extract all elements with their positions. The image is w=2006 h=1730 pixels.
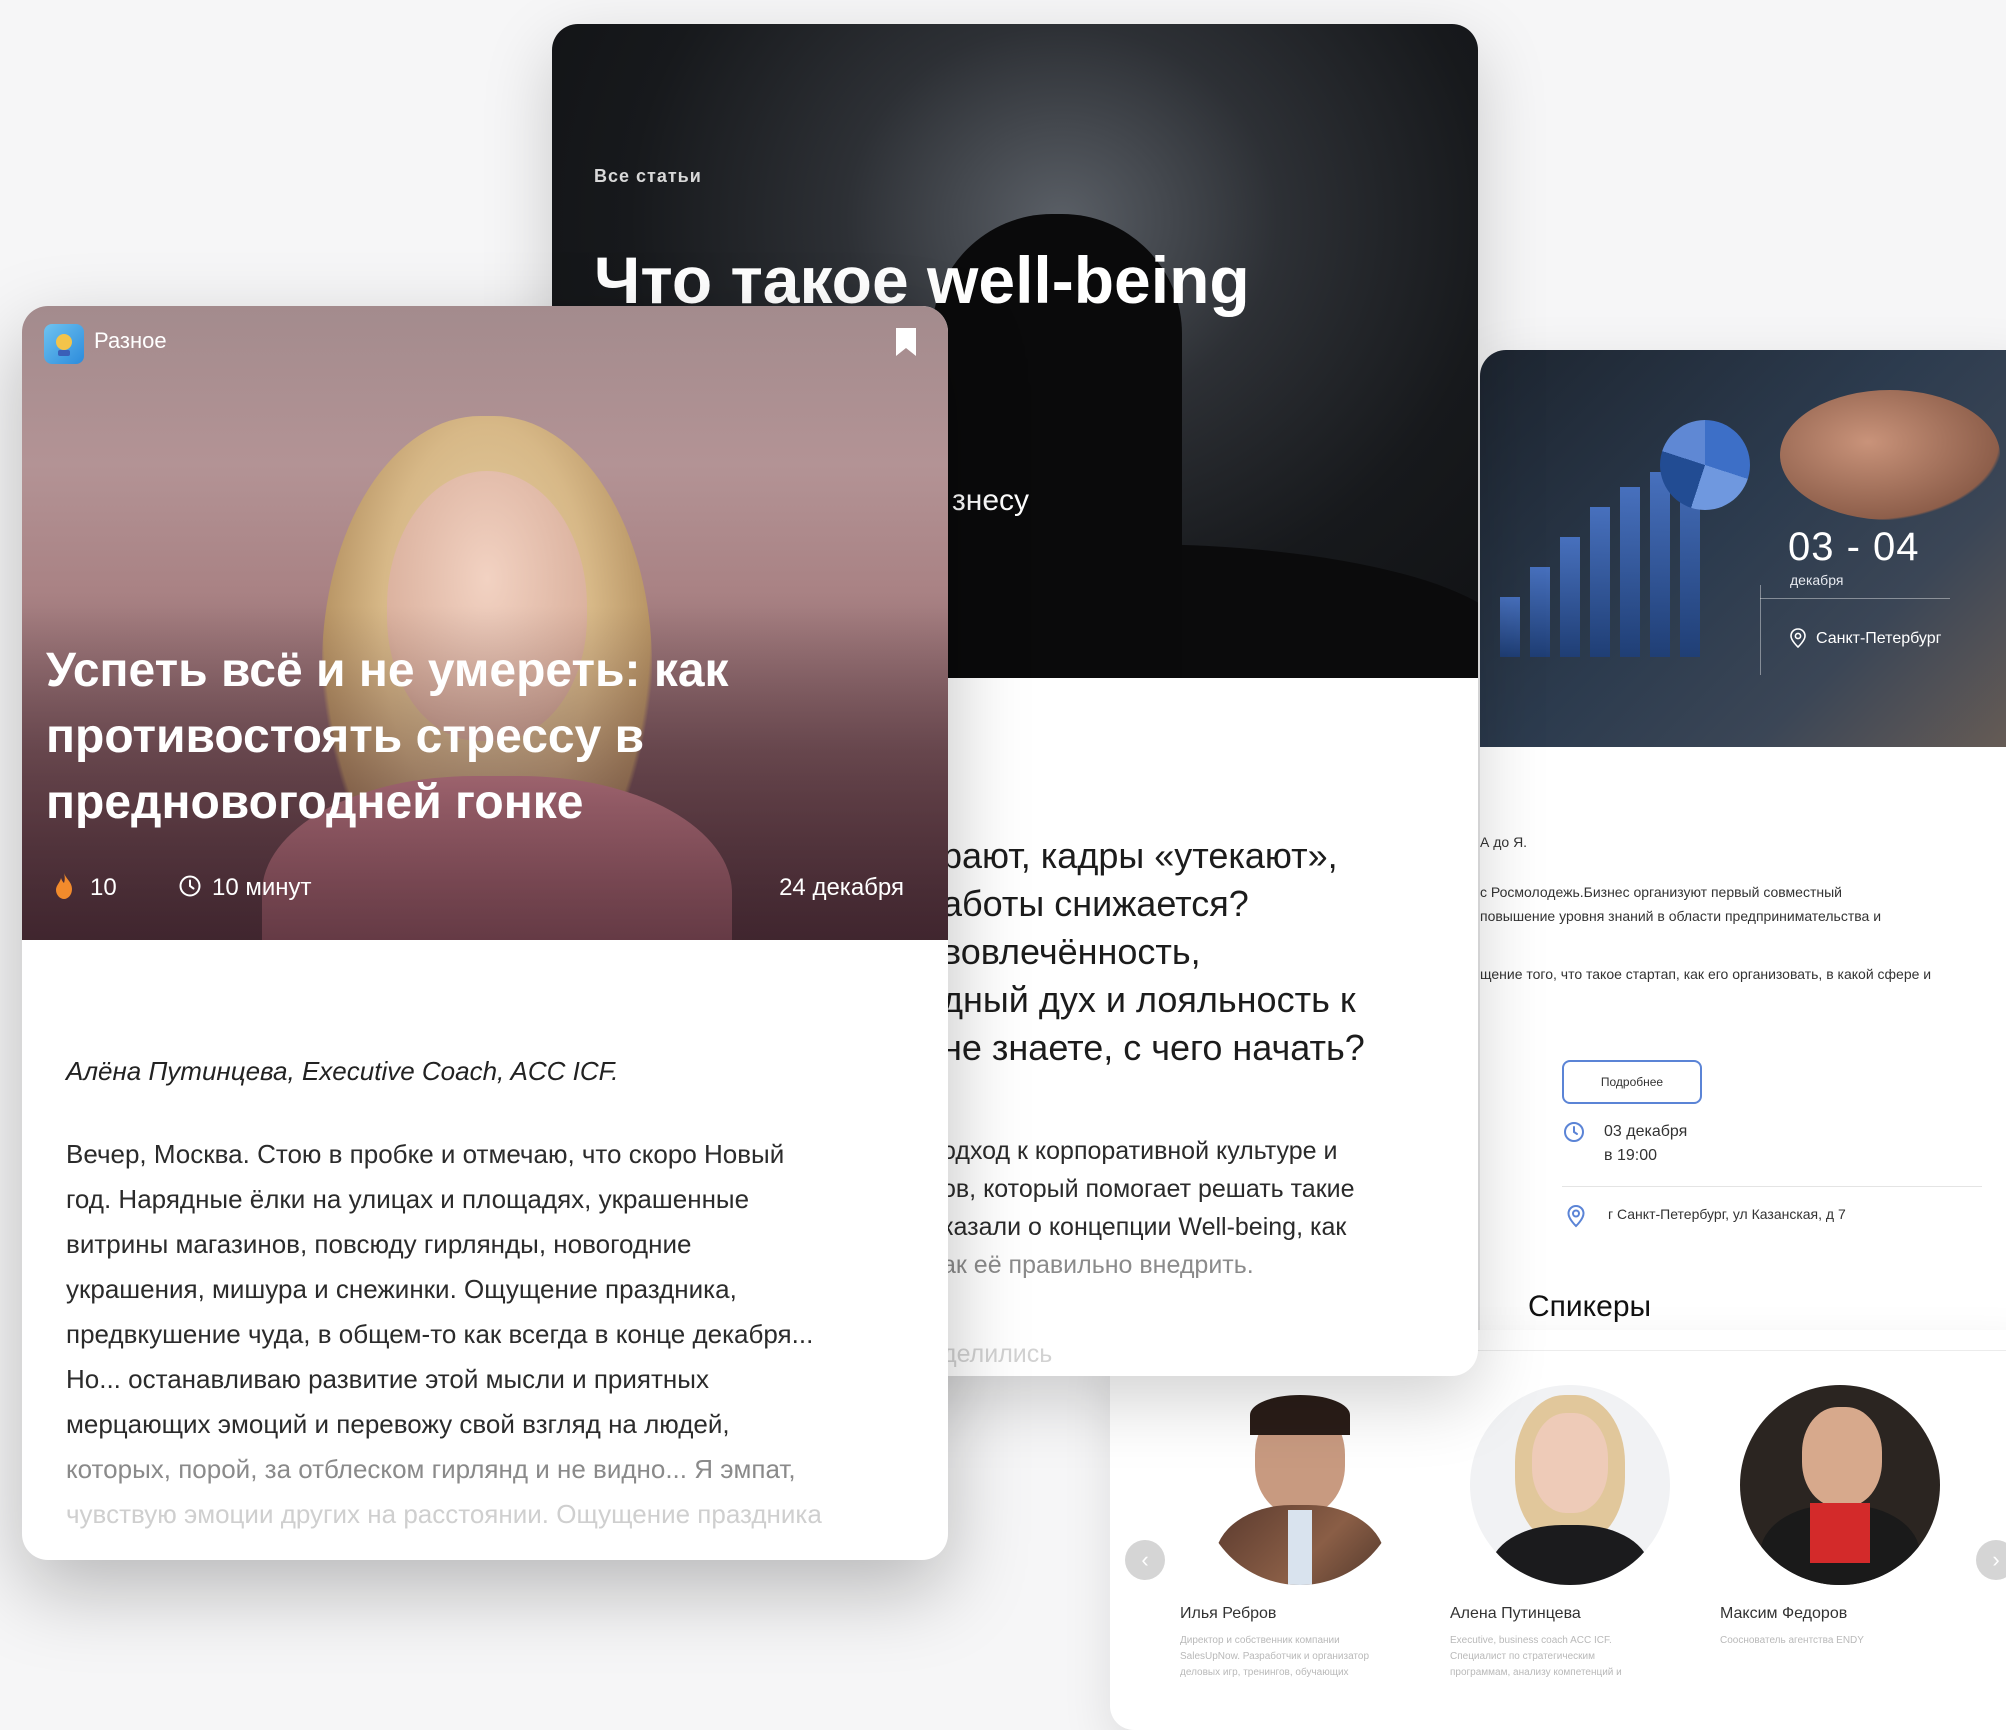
article-meta: 10 10 минут 24 декабря: [54, 872, 904, 902]
event-date: 03 декабря: [1604, 1123, 1688, 1140]
article-subtitle: знесу: [952, 484, 1030, 517]
speaker-role: Директор и собственник компании SalesUpN…: [1180, 1635, 1370, 1678]
breadcrumb-all-articles[interactable]: Все статьи: [594, 166, 702, 187]
carousel-prev-button[interactable]: ‹: [1125, 1540, 1165, 1580]
event-month: декабря: [1790, 572, 1844, 588]
location-pin-icon: [1790, 628, 1806, 648]
speakers-section: Спикеры ‹ Илья Ребров Директор и собстве…: [1110, 1290, 2006, 1730]
excerpt-line: год. Нарядные ёлки на улицах и площадях,…: [66, 1184, 750, 1214]
speaker-name: Максим Федоров: [1720, 1605, 1848, 1622]
pie-chart-graphic: [1660, 420, 1750, 510]
popularity-count: 10: [90, 874, 117, 901]
speaker-card[interactable]: Максим Федоров Сооснователь агентства EN…: [1720, 1385, 1950, 1649]
avatar: [1740, 1385, 1940, 1585]
featured-hero-image: Разное Успеть всё и не умереть: как прот…: [22, 306, 948, 940]
excerpt-line: которых, порой, за отблеском гирлянд и н…: [66, 1454, 796, 1484]
speakers-heading: Спикеры: [1528, 1290, 1652, 1323]
event-text-line: повышение уровня знаний в области предпр…: [1480, 908, 1882, 924]
divider: [1562, 1186, 1982, 1187]
lead-line: рают, кадры «утекают»,: [942, 835, 1338, 876]
excerpt-line: украшения, мишура и снежинки. Ощущение п…: [66, 1274, 737, 1304]
bookmark-icon[interactable]: [894, 326, 918, 358]
details-button[interactable]: Подробнее: [1562, 1060, 1702, 1104]
category-label[interactable]: Разное: [94, 328, 167, 354]
event-dates: 03 - 04: [1788, 525, 1920, 569]
hand-graphic: [1780, 390, 2000, 520]
paragraph-line: ак её правильно внедрить.: [942, 1251, 1254, 1279]
paragraph-line: ов, который помогает решать такие: [942, 1175, 1355, 1203]
lead-line: вовлечённость,: [942, 931, 1201, 972]
excerpt-line: предвкушение чуда, в общем-то как всегда…: [66, 1319, 814, 1349]
read-time: 10 минут: [212, 874, 312, 901]
speaker-name: Илья Ребров: [1180, 1605, 1277, 1622]
speaker-role: Executive, business coach ACC ICF. Специ…: [1450, 1635, 1622, 1678]
excerpt-line: чувствую эмоции других на расстоянии. Ощ…: [66, 1499, 822, 1529]
article-excerpt: Вечер, Москва. Стою в пробке и отмечаю, …: [66, 1132, 926, 1537]
carousel-next-button[interactable]: ›: [1976, 1540, 2006, 1580]
fire-icon: [56, 873, 72, 899]
clock-icon: [179, 875, 201, 897]
event-address: г Санкт-Петербург, ул Казанская, д 7: [1608, 1206, 1846, 1222]
lead-line: не знаете, с чего начать?: [942, 1027, 1365, 1068]
article-lead: рают, кадры «утекают», аботы снижается? …: [942, 832, 1462, 1072]
event-text-line: щение того, что такое стартап, как его о…: [1480, 966, 1932, 982]
article-body: рают, кадры «утекают», аботы снижается? …: [942, 832, 1462, 1369]
speaker-card[interactable]: Илья Ребров Директор и собственник компа…: [1180, 1385, 1410, 1681]
event-time: в 19:00: [1604, 1147, 1657, 1164]
location-pin-icon: [1567, 1204, 1585, 1228]
article-paragraph: одход к корпоративной культуре и ов, кот…: [942, 1132, 1462, 1284]
lead-line: аботы снижается?: [942, 883, 1249, 924]
event-description: А до Я. с Росмолодежь.Бизнес организуют …: [1480, 830, 2006, 1004]
publish-date: 24 декабря: [779, 874, 904, 901]
event-banner-image: 03 - 04 декабря Санкт-Петербург: [1480, 350, 2006, 747]
featured-title: Успеть всё и не умереть: как противостоя…: [46, 644, 729, 829]
excerpt-line: Вечер, Москва. Стою в пробке и отмечаю, …: [66, 1139, 785, 1169]
article-author: Алёна Путинцева, Executive Coach, ACC IC…: [66, 1056, 619, 1086]
banner-divider: [1760, 598, 1950, 599]
avatar: [1470, 1385, 1670, 1585]
excerpt-line: витрины магазинов, повсюду гирлянды, нов…: [66, 1229, 692, 1259]
speaker-role: Сооснователь агентства ENDY: [1720, 1635, 1864, 1646]
event-text-line: с Росмолодежь.Бизнес организуют первый с…: [1480, 884, 1842, 900]
category-icon: [44, 324, 84, 364]
paragraph-line: одход к корпоративной культуре и: [942, 1137, 1338, 1165]
article-shared-text: делились: [942, 1340, 1053, 1368]
lead-line: дный дух и лояльность к: [942, 979, 1356, 1020]
speaker-name: Алена Путинцева: [1450, 1605, 1581, 1622]
event-date-time: 03 декабря в 19:00: [1604, 1120, 1687, 1168]
avatar: [1200, 1385, 1400, 1585]
excerpt-line: Но... останавливаю развитие этой мысли и…: [66, 1364, 709, 1394]
clock-icon: [1564, 1122, 1584, 1142]
event-text-line: А до Я.: [1480, 834, 1528, 850]
event-city: Санкт-Петербург: [1816, 630, 1942, 647]
excerpt-line: мерцающих эмоций и перевожу свой взгляд …: [66, 1409, 730, 1439]
featured-article-card[interactable]: Разное Успеть всё и не умереть: как прот…: [22, 306, 948, 1560]
paragraph-line: казали о концепции Well-being, как: [942, 1213, 1347, 1241]
speaker-card[interactable]: Алена Путинцева Executive, business coac…: [1450, 1385, 1680, 1681]
